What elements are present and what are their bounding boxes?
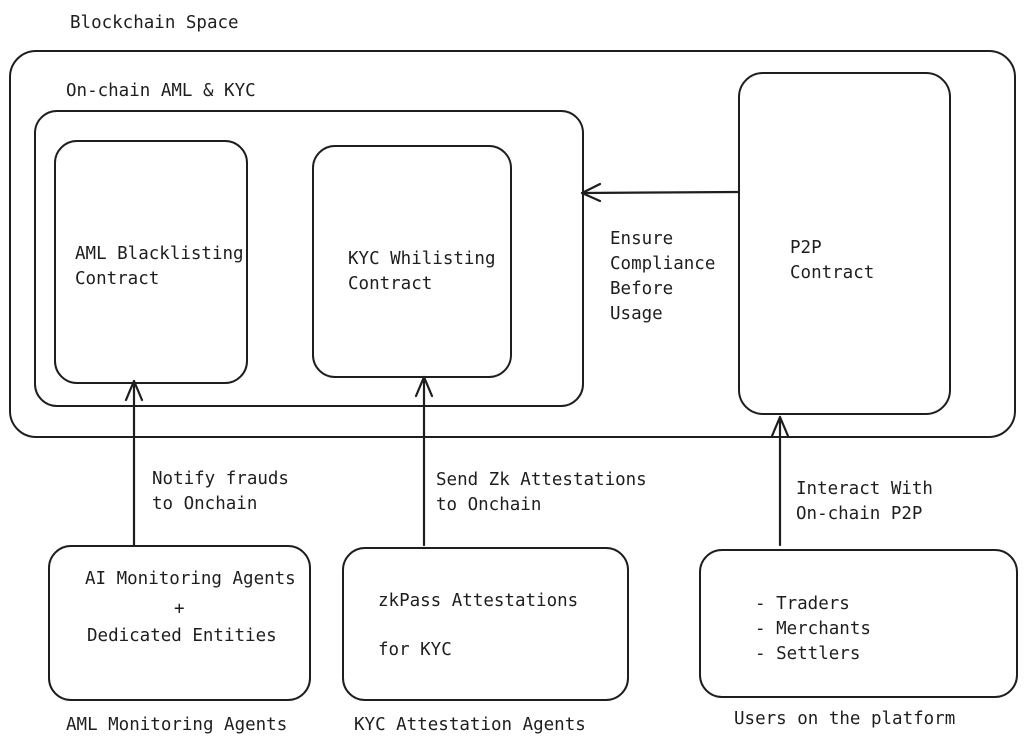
agent-line: for KYC — [378, 640, 452, 660]
send-label: Send Zk Attestations — [436, 470, 647, 490]
agent-line: AI Monitoring Agents — [85, 569, 296, 589]
aml-agents-caption: AML Monitoring Agents — [66, 715, 287, 735]
user-type: - Merchants — [755, 619, 871, 639]
onchain-group-label: On-chain AML & KYC — [66, 81, 256, 101]
compliance-line: Ensure — [610, 229, 673, 249]
users-caption: Users on the platform — [734, 709, 955, 729]
agent-line: Dedicated Entities — [87, 626, 277, 646]
aml-blacklisting-contract: AML Blacklisting Contract — [54, 140, 248, 384]
aml-contract-label: AML Blacklisting — [75, 244, 244, 264]
send-label: to Onchain — [436, 495, 541, 515]
compliance-label: Ensure Compliance Before Usage — [610, 229, 715, 324]
kyc-whitelisting-contract: KYC Whilisting Contract — [312, 145, 512, 378]
kyc-agents-box — [342, 547, 629, 701]
architecture-diagram: Blockchain Space On-chain AML & KYC AML … — [9, 13, 1018, 735]
arrow-up-icon — [414, 375, 434, 547]
p2p-contract-label: Contract — [790, 263, 874, 283]
interact-label: On-chain P2P — [796, 504, 922, 524]
user-type: - Settlers — [755, 644, 860, 664]
kyc-contract-label: KYC Whilisting — [348, 249, 496, 269]
compliance-line: Compliance — [610, 254, 715, 274]
agent-line: zkPass Attestations — [378, 591, 578, 611]
kyc-contract-label: Contract — [348, 274, 432, 294]
diagram-title: Blockchain Space — [70, 13, 239, 33]
compliance-arrow — [580, 182, 741, 203]
p2p-contract: P2P Contract — [738, 72, 951, 415]
agent-line: + — [174, 599, 185, 619]
arrow-left-icon — [580, 182, 741, 203]
user-type: - Traders — [755, 594, 850, 614]
p2p-contract-box — [738, 72, 951, 415]
p2p-contract-label: P2P — [790, 238, 822, 258]
platform-users: - Traders - Merchants - Settlers Users o… — [699, 549, 1018, 729]
kyc-attestation-agents: zkPass Attestations for KYC KYC Attestat… — [342, 547, 629, 735]
notify-label: to Onchain — [152, 494, 257, 514]
aml-monitoring-agents: AI Monitoring Agents + Dedicated Entitie… — [48, 545, 311, 735]
kyc-agents-caption: KYC Attestation Agents — [354, 715, 586, 735]
compliance-line: Before — [610, 279, 673, 299]
interact-label: Interact With — [796, 479, 933, 499]
compliance-line: Usage — [610, 304, 663, 324]
aml-contract-label: Contract — [75, 269, 159, 289]
notify-label: Notify frauds — [152, 469, 289, 489]
